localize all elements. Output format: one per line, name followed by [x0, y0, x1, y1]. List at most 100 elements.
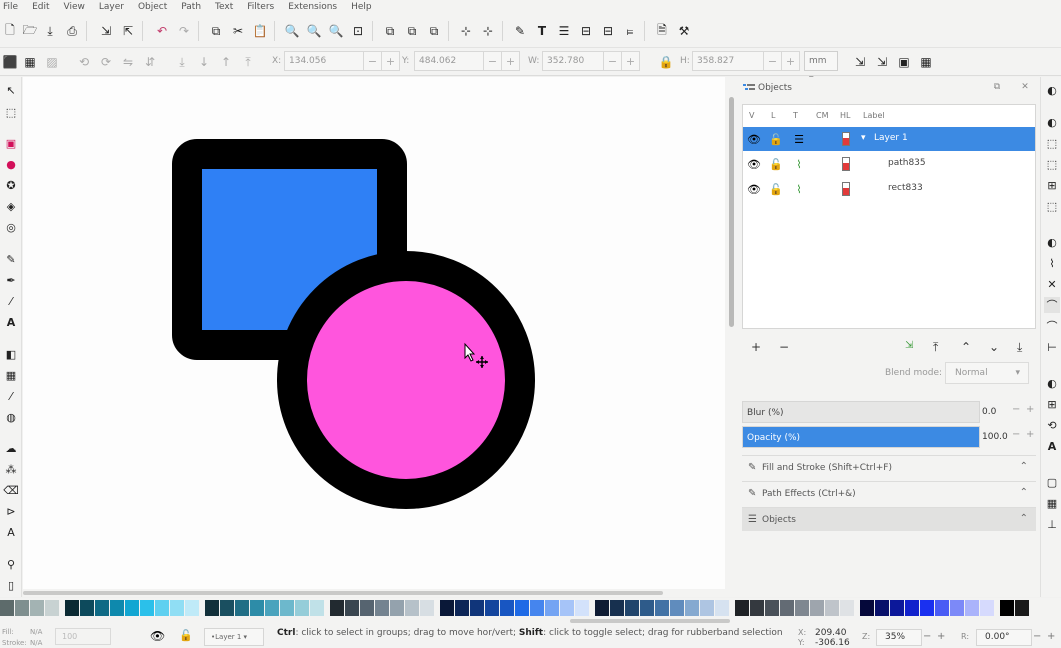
palette-swatch[interactable] [110, 600, 124, 616]
palette-swatch[interactable] [140, 600, 154, 616]
transform-patterns-icon[interactable]: ▦ [918, 54, 934, 70]
zoom-input[interactable]: 35% [876, 629, 922, 646]
palette-swatch[interactable] [500, 600, 514, 616]
palette-swatch[interactable] [65, 600, 79, 616]
gradient-tool-icon[interactable]: ◧ [3, 346, 19, 362]
unlocked-icon[interactable]: 🔓 [769, 131, 783, 147]
x-input[interactable]: 134.056 [284, 51, 364, 71]
snap-grids-icon[interactable]: ▦ [1044, 495, 1060, 511]
path-effects-section[interactable]: ✎ Path Effects (Ctrl+&) ⌃ [742, 481, 1036, 505]
y-increment-button[interactable]: + [502, 51, 520, 71]
palette-swatch[interactable] [375, 600, 389, 616]
opacity-input[interactable]: 100 [55, 628, 111, 645]
drawing-canvas[interactable] [23, 77, 725, 589]
h-decrement-button[interactable]: − [764, 51, 782, 71]
zoom-drawing-icon[interactable]: 🔍 [306, 23, 322, 39]
canvas-horizontal-scrollbar[interactable] [23, 589, 725, 597]
col-highlight[interactable]: HL [840, 111, 850, 120]
palette-swatch[interactable] [700, 600, 714, 616]
zoom-width-icon[interactable]: ⊡ [350, 23, 366, 39]
palette-swatch[interactable] [980, 600, 994, 616]
deselect-icon[interactable]: ▨ [44, 54, 60, 70]
add-object-button[interactable]: + [751, 340, 761, 354]
unit-select[interactable]: mm ▾ [804, 51, 838, 84]
palette-swatch[interactable] [950, 600, 964, 616]
palette-swatch[interactable] [15, 600, 29, 616]
palette-swatch[interactable] [595, 600, 609, 616]
lock-proportions-icon[interactable]: 🔒 [658, 54, 674, 70]
snap-smooth-icon[interactable]: ⌒ [1044, 318, 1060, 334]
opacity-decrement-button[interactable]: − [1012, 429, 1020, 440]
lower-icon[interactable]: ↓ [196, 54, 212, 70]
pages-tool-icon[interactable]: ▯ [3, 577, 19, 593]
unlocked-icon[interactable]: 🔓 [769, 156, 783, 172]
lower-bottom-icon[interactable]: ⤓ [174, 54, 190, 70]
zoom-out-button[interactable]: − [923, 631, 931, 642]
palette-swatch[interactable] [470, 600, 484, 616]
new-document-icon[interactable]: 🗋 [2, 23, 18, 39]
blur-slider[interactable]: Blur (%) [742, 401, 980, 423]
palette-swatch[interactable] [765, 600, 779, 616]
eraser-tool-icon[interactable]: ⌫ [3, 482, 19, 498]
palette-swatch[interactable] [155, 600, 169, 616]
move-to-layer-icon[interactable]: ⇲ [905, 340, 913, 351]
current-layer-select[interactable]: •Layer 1 ▾ [204, 628, 264, 646]
visible-eye-icon[interactable]: 👁 [747, 156, 761, 172]
col-visible[interactable]: V [749, 111, 754, 120]
stroke-value[interactable]: N/A [30, 639, 42, 647]
transform-gradients-icon[interactable]: ▣ [896, 54, 912, 70]
y-input[interactable]: 484.062 [414, 51, 484, 71]
scale-corners-icon[interactable]: ⇲ [874, 54, 890, 70]
palette-swatch[interactable] [795, 600, 809, 616]
canvas-vertical-scrollbar[interactable] [725, 77, 739, 597]
snap-bbox-edge-icon[interactable]: ⬚ [1044, 135, 1060, 151]
redo-icon[interactable]: ↷ [176, 23, 192, 39]
palette-swatch[interactable] [235, 600, 249, 616]
snap-others-icon[interactable]: ◐ [1044, 375, 1060, 391]
layer-visibility-eye-icon[interactable]: 👁 [150, 629, 165, 643]
w-increment-button[interactable]: + [622, 51, 640, 71]
palette-swatch[interactable] [810, 600, 824, 616]
select-all-layers-icon[interactable]: ▦ [22, 54, 38, 70]
col-clip-mask[interactable]: CM [816, 111, 829, 120]
rectangle-tool-icon[interactable]: ▣ [3, 135, 19, 151]
tweak-tool-icon[interactable]: ☁ [3, 440, 19, 456]
palette-swatch[interactable] [750, 600, 764, 616]
palette-swatch[interactable] [670, 600, 684, 616]
align-distribute-icon[interactable]: ⫢ [622, 23, 638, 39]
palette-swatch[interactable] [0, 600, 14, 616]
snap-intersections-icon[interactable]: ✕ [1044, 276, 1060, 292]
import-icon[interactable]: ⇲ [98, 23, 114, 39]
palette-swatch[interactable] [780, 600, 794, 616]
export-icon[interactable]: ⇱ [120, 23, 136, 39]
paste-icon[interactable]: 📋 [252, 23, 268, 39]
palette-swatch[interactable] [530, 600, 544, 616]
text-tool-icon[interactable]: A [3, 314, 19, 330]
opacity-value[interactable]: 100.0 [982, 432, 1008, 442]
lower-to-bottom-icon[interactable]: ⤓ [1017, 340, 1022, 355]
object-row-path835[interactable]: 👁 🔓 ⌇ path835 [743, 152, 1035, 176]
objects-icon[interactable]: ⊟ [600, 23, 616, 39]
ungroup-icon[interactable]: ⊹ [480, 23, 496, 39]
palette-swatch[interactable] [920, 600, 934, 616]
w-decrement-button[interactable]: − [604, 51, 622, 71]
undo-icon[interactable]: ↶ [154, 23, 170, 39]
menu-object[interactable]: Object [138, 2, 167, 12]
objects-section[interactable]: ☰ Objects ⌃ [742, 507, 1036, 531]
snap-midpoint-icon[interactable]: ⊢ [1044, 339, 1060, 355]
dock-float-button[interactable]: ⧉ [991, 81, 1003, 93]
palette-swatch[interactable] [860, 600, 874, 616]
opacity-slider[interactable]: Opacity (%) [742, 426, 980, 448]
w-input[interactable]: 352.780 [542, 51, 604, 71]
clone-icon[interactable]: ⧉ [404, 23, 420, 39]
cut-icon[interactable]: ✂ [230, 23, 246, 39]
fill-value[interactable]: N/A [30, 628, 42, 636]
layers-icon[interactable]: ☰ [556, 23, 572, 39]
object-label[interactable]: path835 [888, 158, 926, 168]
scale-stroke-icon[interactable]: ⇲ [852, 54, 868, 70]
spiral-tool-icon[interactable]: ◎ [3, 219, 19, 235]
palette-swatch[interactable] [330, 600, 344, 616]
snap-rotation-center-icon[interactable]: ⟲ [1044, 417, 1060, 433]
palette-swatch[interactable] [95, 600, 109, 616]
snap-bbox-corner-icon[interactable]: ⬚ [1044, 156, 1060, 172]
